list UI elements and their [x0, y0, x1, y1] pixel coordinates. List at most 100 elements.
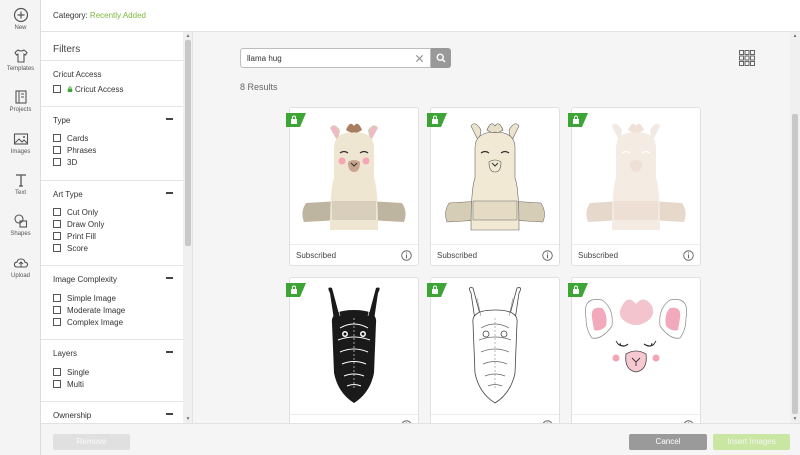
checkbox[interactable] [53, 368, 61, 376]
filter-option-simple-image[interactable]: Simple Image [53, 292, 116, 304]
llama-mandala-outline-image [469, 287, 521, 404]
info-icon[interactable] [683, 250, 694, 261]
image-card[interactable] [568, 277, 701, 423]
card-footer [431, 414, 559, 423]
filter-option-score[interactable]: Score [53, 242, 88, 254]
collapse-icon[interactable] [166, 192, 173, 194]
filter-option-cricut-access[interactable]: Cricut Access [53, 83, 123, 95]
filter-option-draw-only[interactable]: Draw Only [53, 218, 104, 230]
cancel-button[interactable]: Cancel [629, 434, 707, 450]
search-button[interactable] [431, 48, 451, 68]
card-footer: Subscribed [572, 244, 700, 266]
left-rail: New Templates Projects Images Text Shape… [0, 0, 41, 455]
rail-item-new[interactable]: New [0, 0, 41, 38]
filter-section-image-complexity: Image Complexity Simple Image Moderate I… [41, 265, 183, 339]
scrollbar-thumb[interactable] [792, 114, 798, 414]
filter-section-title: Layers [53, 349, 78, 358]
projects-icon [14, 90, 27, 104]
filter-option-print-fill[interactable]: Print Fill [53, 230, 96, 242]
info-icon[interactable] [542, 250, 553, 261]
image-icon [13, 133, 28, 145]
category-breadcrumb: Category: Recently Added [53, 11, 146, 20]
collapse-icon[interactable] [166, 351, 173, 353]
checkbox[interactable] [53, 306, 61, 314]
category-label: Category: [53, 11, 88, 20]
filter-option-3d[interactable]: 3D [53, 156, 77, 168]
results-area: 8 Results Subscribed [193, 32, 800, 423]
rail-item-projects[interactable]: Projects [0, 82, 41, 120]
rail-label: Text [14, 190, 26, 196]
shapes-icon [13, 214, 27, 228]
filter-option-multi[interactable]: Multi [53, 378, 84, 390]
image-card[interactable]: Subscribed [286, 107, 419, 266]
checkbox[interactable] [53, 294, 61, 302]
rail-item-images[interactable]: Images [0, 124, 41, 162]
rail-item-templates[interactable]: Templates [0, 41, 41, 79]
llama-hug-cream-image [445, 123, 545, 231]
filter-option-label: Single [67, 367, 90, 377]
image-picker-window: New Templates Projects Images Text Shape… [0, 0, 800, 455]
collapse-icon[interactable] [166, 118, 173, 120]
insert-images-button[interactable]: Insert Images [713, 434, 790, 450]
filter-option-cut-only[interactable]: Cut Only [53, 206, 98, 218]
image-card[interactable] [427, 277, 560, 423]
checkbox[interactable] [53, 146, 61, 154]
llama-face-pink-image [585, 299, 687, 373]
filter-option-label: Moderate Image [67, 305, 126, 315]
category-value[interactable]: Recently Added [90, 11, 146, 20]
rail-label: New [14, 25, 27, 31]
filter-option-moderate-image[interactable]: Moderate Image [53, 304, 125, 316]
filter-option-label: Complex Image [67, 317, 124, 327]
checkbox[interactable] [53, 318, 61, 326]
collapse-icon[interactable] [166, 413, 173, 415]
scroll-up-arrow-icon[interactable]: ▲ [185, 33, 191, 39]
filter-section-cricut-access: Cricut Access Cricut Access [41, 60, 183, 106]
rail-item-text[interactable]: Text [0, 165, 41, 203]
scroll-down-arrow-icon[interactable]: ▼ [185, 416, 191, 422]
checkbox[interactable] [53, 85, 61, 93]
card-footer [572, 414, 700, 423]
image-card[interactable]: Subscribed [427, 107, 560, 266]
image-card[interactable] [286, 277, 419, 423]
checkbox[interactable] [53, 244, 61, 252]
cricut-access-badge-icon [427, 113, 447, 127]
card-footer [290, 414, 418, 423]
filter-option-label: Phrases [67, 145, 97, 155]
clear-search-icon[interactable] [415, 54, 424, 63]
scroll-down-arrow-icon[interactable]: ▼ [792, 416, 798, 422]
image-card[interactable]: Subscribed [568, 107, 701, 266]
results-scrollbar[interactable]: ▲ ▼ [790, 32, 800, 423]
checkbox[interactable] [53, 158, 61, 166]
search-bar [240, 48, 451, 68]
checkbox[interactable] [53, 232, 61, 240]
results-count: 8 Results [240, 82, 278, 92]
filter-option-cards[interactable]: Cards [53, 132, 88, 144]
search-icon [436, 53, 446, 63]
filter-option-complex-image[interactable]: Complex Image [53, 316, 123, 328]
info-icon[interactable] [401, 250, 412, 261]
checkbox[interactable] [53, 380, 61, 388]
filter-option-phrases[interactable]: Phrases [53, 144, 96, 156]
checkbox[interactable] [53, 134, 61, 142]
checkbox[interactable] [53, 220, 61, 228]
remove-button[interactable]: Remove [53, 434, 130, 450]
text-icon [15, 174, 26, 187]
cricut-access-badge-icon [286, 283, 306, 297]
scroll-up-arrow-icon[interactable]: ▲ [792, 33, 798, 39]
filter-option-label: Cut Only [67, 207, 99, 217]
scrollbar-thumb[interactable] [185, 40, 191, 246]
filters-scrollbar[interactable]: ▲ ▼ [183, 32, 192, 423]
card-footer: Subscribed [431, 244, 559, 266]
search-input[interactable] [240, 48, 431, 68]
filter-option-single[interactable]: Single [53, 366, 89, 378]
rail-item-shapes[interactable]: Shapes [0, 206, 41, 244]
filters-panel: Filters Cricut Access Cricut Access Type… [41, 32, 193, 423]
filter-option-label: Score [67, 243, 88, 253]
collapse-icon[interactable] [166, 277, 173, 279]
rail-item-upload[interactable]: Upload [0, 248, 41, 286]
cricut-access-badge-icon [568, 113, 588, 127]
filter-option-label: Multi [67, 379, 84, 389]
checkbox[interactable] [53, 208, 61, 216]
grid-view-icon[interactable] [739, 50, 755, 66]
cricut-access-badge-icon [427, 283, 447, 297]
